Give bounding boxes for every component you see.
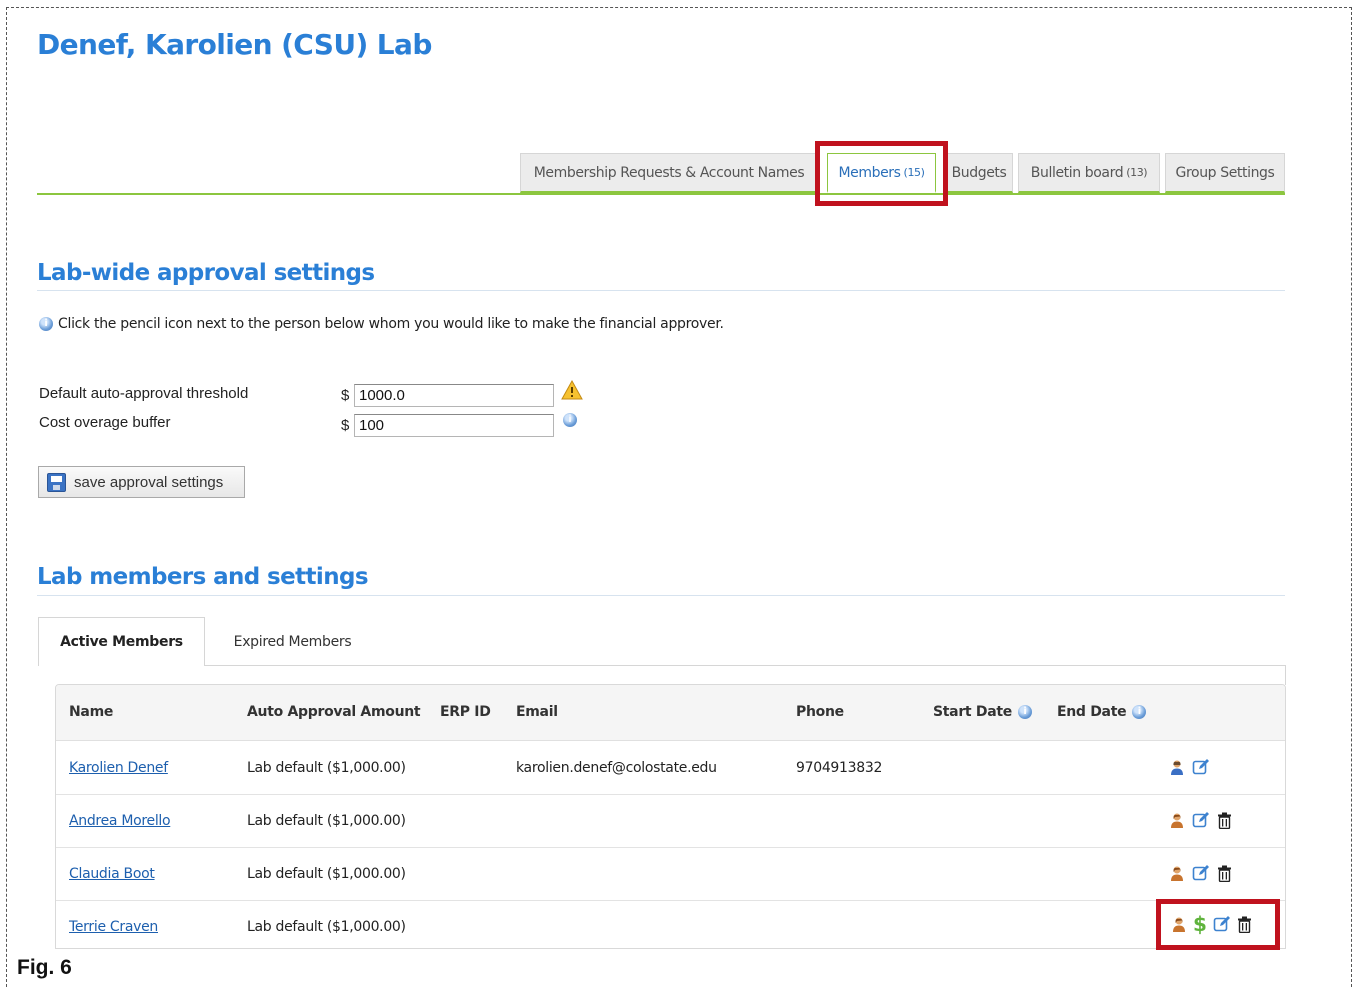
col-phone: Phone	[796, 704, 844, 720]
row-actions: $	[1171, 914, 1252, 934]
approval-section-title: Lab-wide approval settings	[37, 260, 375, 286]
person-icon[interactable]	[1169, 865, 1185, 881]
col-email: Email	[516, 704, 558, 720]
row-actions	[1169, 758, 1210, 776]
members-table: Name Auto Approval Amount ERP ID Email P…	[55, 684, 1286, 949]
trash-icon[interactable]	[1217, 865, 1232, 882]
threshold-input[interactable]	[354, 384, 554, 407]
person-icon[interactable]	[1171, 916, 1187, 932]
tab-label: Group Settings	[1175, 164, 1275, 181]
member-name-link[interactable]: Claudia Boot	[69, 866, 155, 882]
threshold-currency: $	[341, 387, 350, 404]
table-row: Karolien Denef Lab default ($1,000.00) k…	[56, 742, 1285, 795]
tab-membership-requests[interactable]: Membership Requests & Account Names	[520, 153, 818, 193]
table-header: Name Auto Approval Amount ERP ID Email P…	[56, 685, 1285, 741]
edit-pencil-icon[interactable]	[1192, 864, 1210, 882]
save-button-label: save approval settings	[74, 473, 224, 491]
info-icon: i	[39, 317, 53, 331]
col-auto-approval: Auto Approval Amount	[247, 704, 421, 720]
member-name-link[interactable]: Andrea Morello	[69, 813, 171, 829]
hint-text: Click the pencil icon next to the person…	[58, 316, 724, 332]
tab-label: Bulletin board	[1030, 164, 1124, 181]
col-name: Name	[69, 704, 114, 720]
table-row: Claudia Boot Lab default ($1,000.00)	[56, 848, 1285, 901]
auto-approval-value: Lab default ($1,000.00)	[247, 866, 406, 882]
info-icon[interactable]: i	[1132, 705, 1147, 719]
tab-label: Membership Requests & Account Names	[533, 164, 805, 181]
page-title: Denef, Karolien (CSU) Lab	[37, 28, 432, 61]
trash-icon[interactable]	[1237, 916, 1252, 933]
buffer-input[interactable]	[354, 414, 554, 437]
tab-bulletin-board[interactable]: Bulletin board (13)	[1018, 153, 1160, 193]
person-icon[interactable]	[1169, 759, 1185, 775]
save-disk-icon	[47, 472, 66, 492]
edit-pencil-icon[interactable]	[1192, 811, 1210, 829]
tabs-underline	[37, 193, 1285, 195]
email-value: karolien.denef@colostate.edu	[516, 760, 717, 776]
subtab-active-members[interactable]: Active Members	[38, 617, 205, 666]
table-row: Andrea Morello Lab default ($1,000.00)	[56, 795, 1285, 848]
tab-members[interactable]: Members (15)	[827, 153, 936, 193]
col-start-date: Start Date i	[933, 704, 1032, 720]
buffer-currency: $	[341, 417, 350, 434]
dollar-approver-icon[interactable]: $	[1193, 914, 1207, 934]
member-name-link[interactable]: Karolien Denef	[69, 760, 168, 776]
figure-caption: Fig. 6	[17, 956, 72, 979]
trash-icon[interactable]	[1217, 812, 1232, 829]
row-actions	[1169, 811, 1232, 829]
tab-group-settings[interactable]: Group Settings	[1165, 153, 1285, 193]
phone-value: 9704913832	[796, 760, 883, 776]
warning-icon	[561, 380, 583, 400]
person-icon[interactable]	[1169, 812, 1185, 828]
info-icon[interactable]: i	[563, 413, 577, 427]
buffer-label: Cost overage buffer	[39, 414, 171, 431]
threshold-label: Default auto-approval threshold	[39, 385, 249, 402]
table-row: Terrie Craven Lab default ($1,000.00) $	[56, 901, 1285, 948]
save-approval-settings-button[interactable]: save approval settings	[38, 466, 245, 498]
tab-budgets[interactable]: Budgets	[945, 153, 1013, 193]
auto-approval-value: Lab default ($1,000.00)	[247, 760, 406, 776]
edit-pencil-icon[interactable]	[1213, 915, 1231, 933]
tab-label: Members	[838, 164, 901, 181]
tab-count: (15)	[903, 166, 925, 179]
section-divider	[37, 290, 1285, 291]
subtab-expired-members[interactable]: Expired Members	[205, 617, 380, 666]
row-actions	[1169, 864, 1232, 882]
approval-hint: i Click the pencil icon next to the pers…	[39, 316, 724, 332]
panel-border	[1285, 665, 1286, 685]
info-icon[interactable]: i	[1017, 705, 1032, 719]
auto-approval-value: Lab default ($1,000.00)	[247, 813, 406, 829]
edit-pencil-icon[interactable]	[1192, 758, 1210, 776]
members-section-title: Lab members and settings	[37, 564, 369, 590]
auto-approval-value: Lab default ($1,000.00)	[247, 919, 406, 935]
subtab-underline	[205, 665, 1286, 666]
col-end-date: End Date i	[1057, 704, 1147, 720]
section-divider	[37, 595, 1285, 596]
tab-label: Budgets	[951, 164, 1007, 181]
member-name-link[interactable]: Terrie Craven	[69, 919, 158, 935]
tab-count: (13)	[1126, 166, 1148, 179]
col-erp-id: ERP ID	[440, 704, 491, 720]
